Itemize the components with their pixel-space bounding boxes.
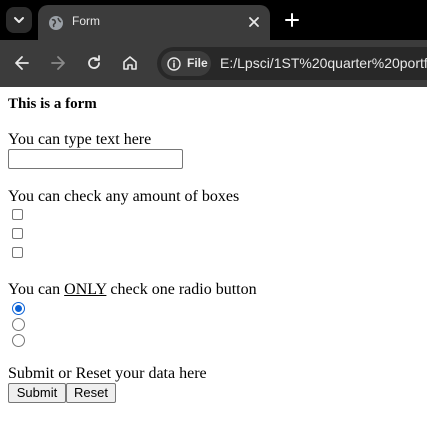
close-icon[interactable]: [246, 14, 262, 30]
checkbox-section-label: You can check any amount of boxes: [8, 188, 240, 205]
radio-label-before: You can: [8, 281, 65, 298]
reload-icon[interactable]: [84, 53, 104, 73]
text-input[interactable]: [8, 149, 183, 169]
reset-button[interactable]: Reset: [66, 383, 116, 403]
globe-icon: [49, 16, 63, 30]
radio-label-emphasis: ONLY: [64, 281, 107, 298]
home-icon[interactable]: [120, 53, 140, 73]
browser-chrome: Form File E:/Lpsci/1ST%20quarter%20portf…: [0, 0, 427, 87]
address-bar[interactable]: File E:/Lpsci/1ST%20quarter%20portfo: [157, 47, 427, 80]
tab-strip: Form: [0, 0, 427, 40]
checkbox-1[interactable]: [12, 209, 23, 220]
form-heading: This is a form: [8, 96, 97, 112]
chevron-down-icon: [14, 17, 24, 23]
text-section-label: You can type text here: [8, 131, 152, 148]
buttons-section-label: Submit or Reset your data here: [8, 365, 207, 382]
info-icon: [167, 57, 181, 71]
url-text[interactable]: E:/Lpsci/1ST%20quarter%20portfo: [220, 55, 427, 72]
tab-search-button[interactable]: [6, 7, 32, 33]
checkbox-3[interactable]: [12, 247, 23, 258]
site-info-chip[interactable]: File: [161, 51, 211, 76]
browser-toolbar: File E:/Lpsci/1ST%20quarter%20portfo: [0, 40, 427, 87]
radio-button-3[interactable]: [12, 334, 25, 347]
radio-section-label: You can ONLY check one radio button: [8, 281, 257, 299]
checkbox-2[interactable]: [12, 228, 23, 239]
tab-title: Form: [72, 14, 100, 28]
radio-button-2[interactable]: [12, 318, 25, 331]
forward-arrow-icon[interactable]: [48, 53, 68, 73]
back-arrow-icon[interactable]: [12, 53, 32, 73]
radio-label-after: check one radio button: [106, 281, 257, 298]
submit-button[interactable]: Submit: [8, 383, 66, 403]
new-tab-plus-icon[interactable]: [282, 10, 302, 30]
tab-form[interactable]: Form: [38, 5, 270, 40]
site-chip-label: File: [187, 56, 208, 70]
radio-button-1[interactable]: [12, 302, 25, 315]
